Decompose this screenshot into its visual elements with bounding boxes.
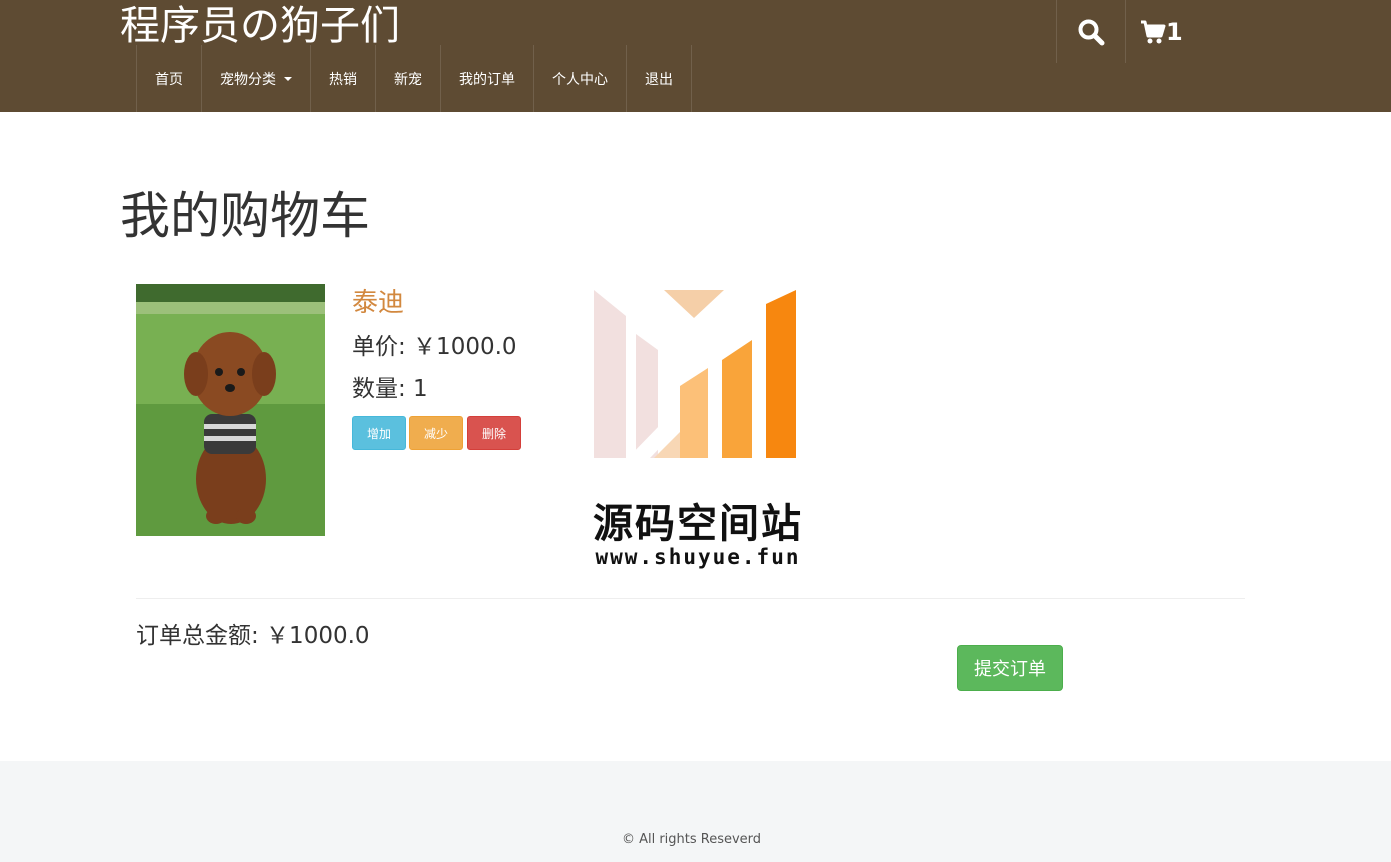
nav-item-pet-category[interactable]: 宠物分类: [202, 45, 311, 112]
submit-order-button[interactable]: 提交订单: [957, 645, 1063, 691]
delete-button[interactable]: 删除: [467, 416, 521, 450]
copyright: © All rights Reseverd: [621, 832, 762, 847]
watermark-text: 源码空间站: [593, 501, 803, 547]
cart-count: 1: [1166, 17, 1183, 46]
nav-item-label: 首页: [155, 71, 183, 88]
watermark-url: www.shuyue.fun: [595, 545, 801, 569]
footer: © All rights Reseverd: [0, 761, 1391, 862]
increase-button[interactable]: 增加: [352, 416, 406, 450]
nav-item-label: 热销: [329, 71, 357, 88]
search-button[interactable]: [1056, 0, 1125, 63]
cart-icon: [1141, 20, 1166, 43]
nav-item-my-orders[interactable]: 我的订单: [441, 45, 534, 112]
product-image[interactable]: [136, 284, 325, 536]
nav-item-hot[interactable]: 热销: [311, 45, 376, 112]
nav-item-home[interactable]: 首页: [137, 45, 202, 112]
header-actions: 1: [1056, 0, 1195, 63]
quantity: 数量: 1: [352, 376, 428, 402]
main-nav: 首页 宠物分类 热销 新宠 我的订单 个人中心 退出: [136, 45, 692, 112]
nav-item-label: 宠物分类: [220, 71, 276, 88]
nav-item-logout[interactable]: 退出: [627, 45, 692, 112]
cart-button[interactable]: 1: [1125, 0, 1195, 63]
product-name[interactable]: 泰迪: [352, 282, 404, 319]
nav-item-label: 个人中心: [552, 71, 608, 88]
watermark-logo: [594, 290, 796, 458]
nav-item-label: 新宠: [394, 71, 422, 88]
nav-item-new[interactable]: 新宠: [376, 45, 441, 112]
order-total: 订单总金额: ￥1000.0: [136, 623, 370, 649]
caret-down-icon: [284, 76, 292, 81]
nav-item-profile[interactable]: 个人中心: [534, 45, 627, 112]
nav-item-label: 退出: [645, 71, 673, 88]
decrease-button[interactable]: 减少: [409, 416, 463, 450]
unit-price: 单价: ￥1000.0: [352, 334, 517, 360]
page-title: 我的购物车: [120, 187, 370, 245]
top-header: 程序员の狗子们 首页 宠物分类 热销 新宠 我的订单 个人中心 退出 1: [0, 0, 1391, 112]
divider: [136, 598, 1245, 599]
search-icon: [1078, 19, 1105, 45]
nav-item-label: 我的订单: [459, 71, 515, 88]
watermark: 源码空间站 www.shuyue.fun: [580, 286, 816, 576]
